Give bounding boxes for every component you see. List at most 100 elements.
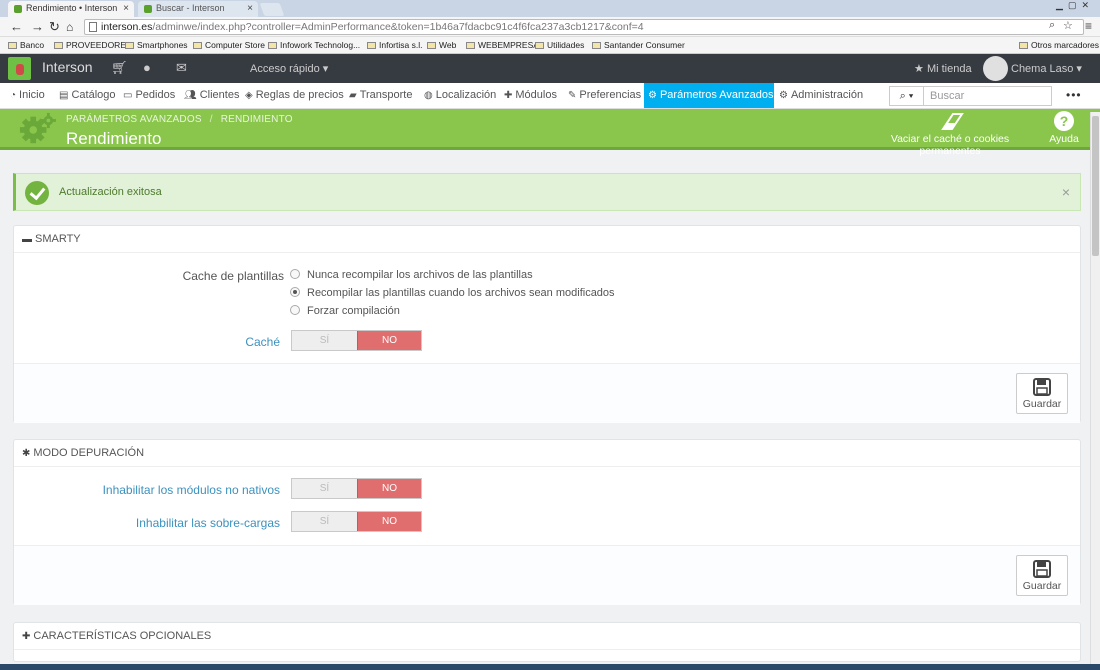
help-button[interactable]: ? Ayuda bbox=[1046, 111, 1082, 145]
envelope-icon[interactable]: ✉ bbox=[176, 60, 187, 76]
switch-yes[interactable]: SÍ bbox=[292, 512, 357, 531]
bookmark-item[interactable]: Infowork Technolog... bbox=[268, 40, 360, 50]
nav-item-localizacion[interactable]: ◍ Localización bbox=[420, 83, 500, 108]
credit-card-icon: ▭ bbox=[123, 90, 133, 101]
bookmark-item[interactable]: Utilidades bbox=[535, 40, 584, 50]
switch-yes[interactable]: SÍ bbox=[292, 331, 357, 350]
browser-tab-inactive[interactable]: Buscar - Interson × bbox=[138, 1, 258, 17]
bookmark-other[interactable]: Otros marcadores bbox=[1019, 40, 1099, 50]
nav-item-inicio[interactable]: ◔ Inicio bbox=[6, 83, 49, 108]
radio-never-recompile[interactable]: Nunca recompilar los archivos de las pla… bbox=[290, 269, 533, 281]
more-icon[interactable]: ••• bbox=[1066, 88, 1082, 102]
scrollbar-thumb[interactable] bbox=[1092, 116, 1099, 256]
zoom-icon[interactable]: ⌕ bbox=[1049, 19, 1055, 32]
new-tab-button[interactable] bbox=[259, 3, 285, 16]
nav-item-clientes[interactable]: 👥︎ Clientes bbox=[180, 83, 243, 108]
svg-text:?: ? bbox=[1060, 113, 1069, 129]
home-icon[interactable]: ⌂ bbox=[66, 18, 73, 36]
clear-cache-button[interactable]: Vaciar el caché o cookies permanentes bbox=[860, 111, 1040, 157]
prestashop-logo[interactable] bbox=[8, 57, 31, 80]
search-box: ⌕ ▾ Buscar bbox=[889, 86, 1052, 106]
radio-checked-icon bbox=[290, 287, 300, 297]
browser-tab-strip: Rendimiento • Interson × Buscar - Inters… bbox=[0, 0, 1100, 17]
window-controls[interactable]: ▁▢✕ bbox=[1056, 0, 1094, 11]
save-button[interactable]: Guardar bbox=[1016, 555, 1068, 596]
quick-access-dropdown[interactable]: Acceso rápido ▾ bbox=[250, 62, 328, 75]
radio-recompile-modified[interactable]: Recompilar las plantillas cuando los arc… bbox=[290, 287, 615, 299]
tab-close-icon[interactable]: × bbox=[123, 1, 129, 16]
bookmarks-bar: Banco PROVEEDORES Smartphones Computer S… bbox=[0, 37, 1100, 54]
nav-item-administracion[interactable]: ⚙ Administración bbox=[775, 83, 867, 108]
tab-title: Buscar - Interson bbox=[156, 3, 225, 13]
non-native-switch[interactable]: SÍ NO bbox=[291, 478, 422, 499]
gears-icon bbox=[19, 112, 56, 144]
bookmark-item[interactable]: Computer Store bbox=[193, 40, 265, 50]
eraser-icon bbox=[941, 113, 964, 130]
address-bar[interactable]: interson.es/adminwe/index.php?controller… bbox=[84, 19, 1084, 35]
star-icon: ★ bbox=[914, 63, 924, 75]
save-button[interactable]: Guardar bbox=[1016, 373, 1068, 414]
breadcrumb-parent[interactable]: PARÁMETROS AVANZADOS bbox=[66, 114, 202, 125]
disable-overrides-label: Inhabilitar las sobre-cargas bbox=[135, 516, 280, 530]
bookmark-item[interactable]: Banco bbox=[8, 40, 44, 50]
panel-heading: ✱ MODO DEPURACIÓN bbox=[14, 440, 1080, 467]
search-input[interactable]: Buscar bbox=[930, 90, 964, 102]
nav-item-catalogo[interactable]: ▤ Catálogo bbox=[55, 83, 120, 108]
puzzle-icon: ✚ bbox=[22, 631, 31, 642]
nav-item-parametros-avanzados[interactable]: ⚙ Parámetros Avanzados bbox=[644, 83, 774, 108]
bookmark-star-icon[interactable]: ☆ bbox=[1063, 19, 1073, 32]
bookmark-item[interactable]: Web bbox=[427, 40, 456, 50]
bookmark-item[interactable]: Santander Consumer bbox=[592, 40, 685, 50]
nav-item-preferencias[interactable]: ✎ Preferencias bbox=[564, 83, 645, 108]
bookmark-item[interactable]: PROVEEDORES bbox=[54, 40, 132, 50]
page-icon bbox=[592, 42, 601, 49]
users-icon: 👥︎ bbox=[184, 90, 197, 101]
folder-icon bbox=[268, 42, 277, 49]
globe-icon: ◍ bbox=[424, 90, 433, 101]
back-icon[interactable]: ← bbox=[10, 18, 23, 36]
bookmark-item[interactable]: WEBEMPRESA bbox=[466, 40, 539, 50]
browser-tab-active[interactable]: Rendimiento • Interson × bbox=[8, 1, 134, 17]
bug-icon: ✱ bbox=[22, 448, 31, 459]
wrench-icon: ✎ bbox=[568, 90, 577, 101]
scrollbar[interactable] bbox=[1090, 112, 1100, 670]
folder-icon bbox=[466, 42, 475, 49]
nav-item-pedidos[interactable]: ▭ Pedidos bbox=[119, 83, 179, 108]
cache-switch[interactable]: SÍ NO bbox=[291, 330, 422, 351]
cart-icon[interactable]: 🛒︎ bbox=[111, 60, 128, 76]
admin-header: Interson 🛒︎ ● ✉ Acceso rápido ▾ ★ Mi tie… bbox=[0, 54, 1100, 83]
my-store-link[interactable]: ★ Mi tienda bbox=[914, 62, 972, 75]
tab-title: Rendimiento • Interson bbox=[26, 3, 118, 13]
user-menu[interactable]: Chema Laso ▾ bbox=[1011, 62, 1082, 75]
help-icon: ? bbox=[1054, 111, 1074, 131]
reload-icon[interactable]: ↻ bbox=[49, 18, 60, 36]
switch-yes[interactable]: SÍ bbox=[292, 479, 357, 498]
bookmark-item[interactable]: Smartphones bbox=[125, 40, 188, 50]
bookmark-item[interactable]: Infortisa s.l. bbox=[367, 40, 422, 50]
nav-item-modulos[interactable]: ✚ Módulos bbox=[500, 83, 561, 108]
page-toolbar: PARÁMETROS AVANZADOS / RENDIMIENTO Rendimi… bbox=[0, 109, 1100, 157]
forward-icon[interactable]: → bbox=[31, 18, 44, 36]
radio-force-compile[interactable]: Forzar compilación bbox=[290, 305, 400, 317]
switch-no[interactable]: NO bbox=[357, 331, 421, 350]
nav-item-transporte[interactable]: ▰ Transporte bbox=[345, 83, 417, 108]
switch-no[interactable]: NO bbox=[357, 479, 421, 498]
search-type-dropdown[interactable]: ⌕ ▾ bbox=[890, 87, 924, 105]
dashboard-icon: ◔ bbox=[10, 90, 17, 101]
radio-icon bbox=[290, 269, 300, 279]
cursor-icon bbox=[16, 64, 24, 75]
floppy-icon bbox=[1033, 378, 1051, 396]
switch-no[interactable]: NO bbox=[357, 512, 421, 531]
success-alert: Actualización exitosa × bbox=[13, 173, 1081, 211]
cache-label: Caché bbox=[245, 335, 280, 349]
alert-close-icon[interactable]: × bbox=[1062, 184, 1070, 200]
cogs-icon: ⚙ bbox=[648, 90, 657, 101]
menu-icon[interactable]: ≡ bbox=[1085, 19, 1092, 33]
shop-name[interactable]: Interson bbox=[42, 59, 93, 75]
avatar[interactable] bbox=[983, 56, 1008, 81]
tab-close-icon[interactable]: × bbox=[247, 1, 253, 16]
panel-footer: Guardar bbox=[14, 545, 1080, 605]
overrides-switch[interactable]: SÍ NO bbox=[291, 511, 422, 532]
nav-item-reglas-precios[interactable]: ◈ Reglas de precios bbox=[241, 83, 348, 108]
user-icon[interactable]: ● bbox=[143, 60, 151, 75]
